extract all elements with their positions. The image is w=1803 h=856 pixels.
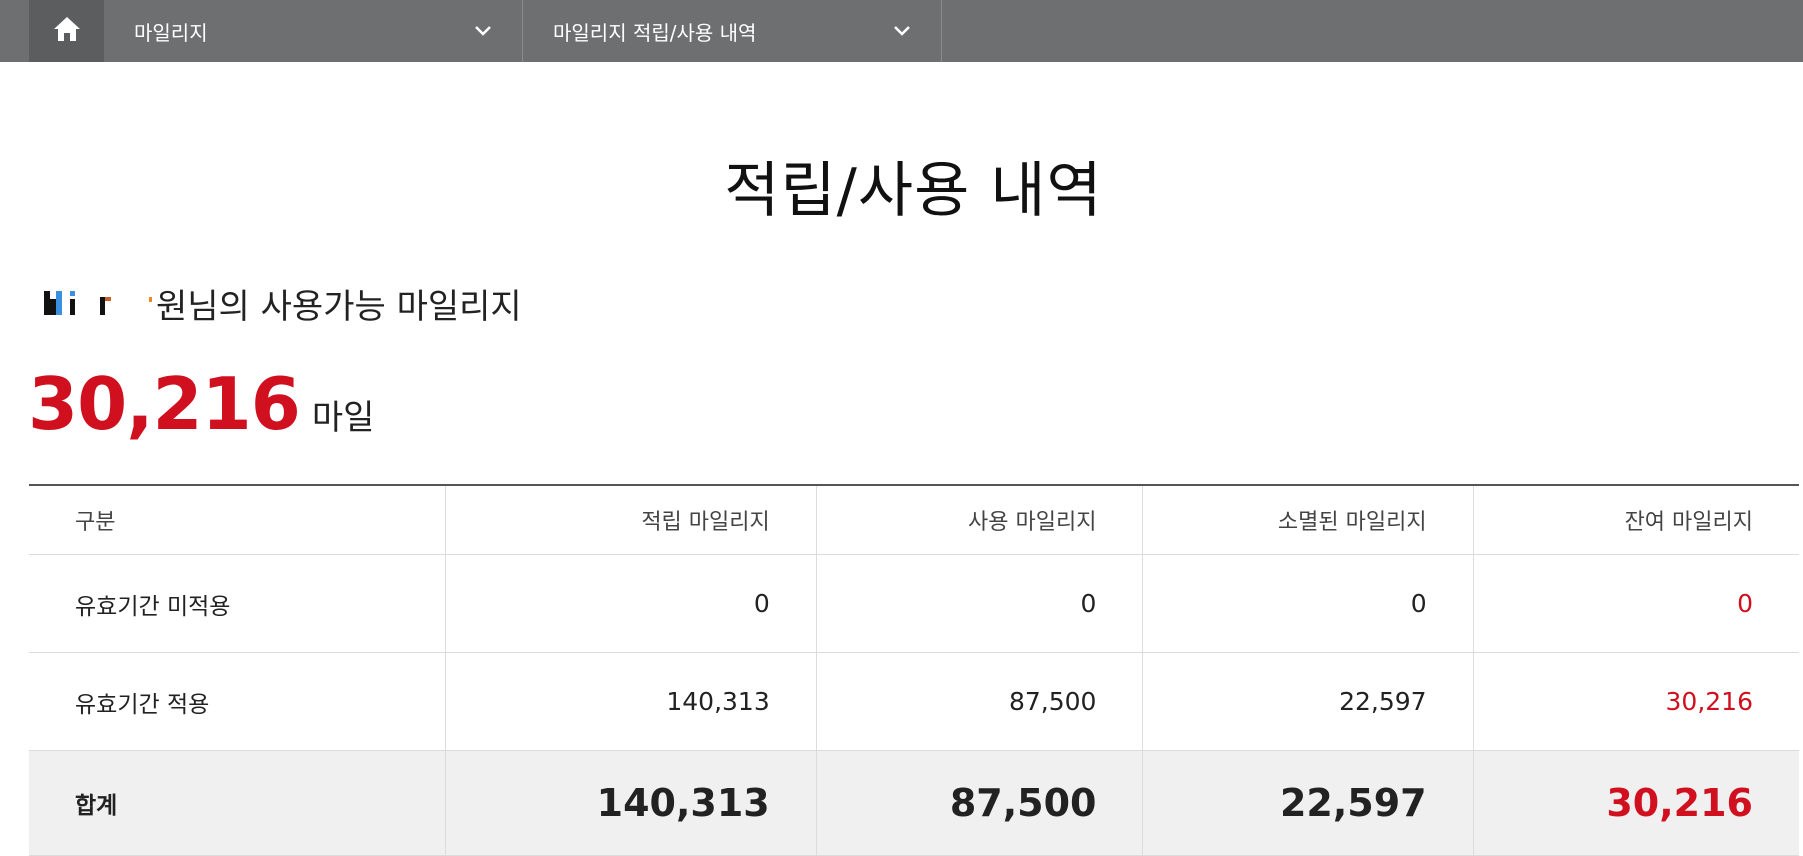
row-used: 0 xyxy=(815,554,1143,653)
available-mileage-heading: 원님의 사용가능 마일리지 xyxy=(42,282,522,327)
row-used: 87,500 xyxy=(815,652,1143,751)
total-used: 87,500 xyxy=(815,750,1143,856)
available-mileage-label: 원님의 사용가능 마일리지 xyxy=(156,286,522,327)
header-expired: 소멸된 마일리지 xyxy=(1142,485,1474,555)
top-navigation: 마일리지 마일리지 적립/사용 내역 xyxy=(0,0,1803,62)
home-button[interactable] xyxy=(29,0,104,62)
breadcrumb-label: 마일리지 xyxy=(134,20,208,45)
breadcrumb-mileage[interactable]: 마일리지 xyxy=(104,0,523,62)
mileage-summary-table: 구분 적립 마일리지 사용 마일리지 소멸된 마일리지 잔여 마일리지 유효기간… xyxy=(29,484,1799,856)
breadcrumb-mileage-history[interactable]: 마일리지 적립/사용 내역 xyxy=(523,0,942,62)
chevron-down-icon xyxy=(893,25,911,37)
row-expired: 22,597 xyxy=(1142,652,1474,751)
masked-user-name xyxy=(42,285,154,321)
total-row: 합계 140,313 87,500 22,597 30,216 xyxy=(29,750,1799,856)
chevron-down-icon xyxy=(474,25,492,37)
header-earned: 적립 마일리지 xyxy=(444,485,817,555)
row-remaining: 30,216 xyxy=(1472,652,1799,751)
table-row: 유효기간 미적용 0 0 0 0 xyxy=(29,554,1799,653)
row-earned: 140,313 xyxy=(444,652,817,751)
available-points: 30,216 마일 xyxy=(28,362,374,446)
row-expired: 0 xyxy=(1142,554,1474,653)
header-used: 사용 마일리지 xyxy=(815,485,1143,555)
table-row: 유효기간 적용 140,313 87,500 22,597 30,216 xyxy=(29,652,1799,751)
row-earned: 0 xyxy=(444,554,817,653)
row-remaining: 0 xyxy=(1472,554,1799,653)
header-remaining: 잔여 마일리지 xyxy=(1472,485,1799,555)
header-category: 구분 xyxy=(29,485,446,555)
total-label: 합계 xyxy=(29,750,446,856)
home-icon xyxy=(52,15,82,47)
breadcrumb-label: 마일리지 적립/사용 내역 xyxy=(553,20,757,45)
page-title: 적립/사용 내역 xyxy=(724,156,1103,226)
total-remaining: 30,216 xyxy=(1472,750,1799,856)
points-value: 30,216 xyxy=(28,362,301,446)
table-header-row: 구분 적립 마일리지 사용 마일리지 소멸된 마일리지 잔여 마일리지 xyxy=(29,485,1799,555)
total-expired: 22,597 xyxy=(1142,750,1474,856)
row-category: 유효기간 미적용 xyxy=(29,554,446,653)
row-category: 유효기간 적용 xyxy=(29,652,446,751)
points-unit: 마일 xyxy=(311,398,375,438)
total-earned: 140,313 xyxy=(444,750,817,856)
